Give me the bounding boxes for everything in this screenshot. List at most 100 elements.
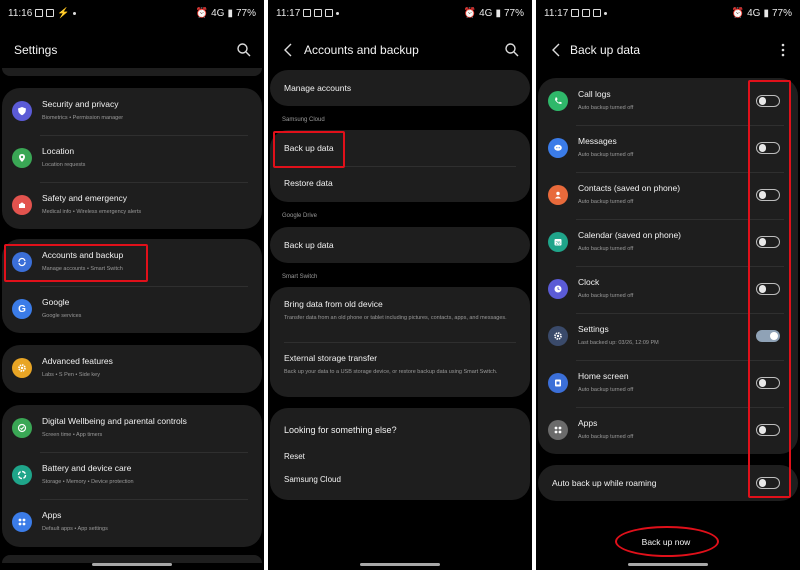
roaming-label: Auto back up while roaming [552, 478, 657, 488]
home-indicator [92, 563, 172, 566]
item-title: Apps [578, 418, 598, 428]
calendar-icon: 26 [548, 232, 568, 252]
battery-percent: 77% [771, 7, 792, 19]
external-storage-description: Back up your data to a USB storage devic… [284, 369, 498, 375]
home-screen-icon [548, 373, 568, 393]
notification-icon [571, 9, 580, 17]
highlight-box [748, 80, 791, 498]
samsung-cloud-link[interactable]: Samsung Cloud [284, 475, 341, 484]
section-header-samsung-cloud: Samsung Cloud [282, 117, 325, 123]
item-subtitle: Auto backup turned off [578, 199, 634, 205]
settings-item[interactable]: G Google Google services [2, 286, 262, 333]
accounts-backup-screen: 11:17 ⏰ 4G ▮ 77% Accounts and backup Man… [268, 0, 532, 570]
dot-icon [336, 11, 340, 15]
restore-data-label: Restore data [284, 178, 333, 188]
status-time: 11:17 [544, 7, 569, 19]
section-header-google-drive: Google Drive [282, 213, 318, 219]
settings-group: Digital Wellbeing and parental controls S… [2, 405, 262, 547]
apps-grid-icon [548, 420, 568, 440]
item-subtitle: Labs • S Pen • Side key [42, 372, 100, 378]
notification-icon [314, 9, 323, 17]
network-label: 4G [747, 7, 761, 19]
settings-item[interactable]: Battery and device care Storage • Memory … [2, 452, 262, 499]
item-title: Messages [578, 136, 617, 146]
item-title: Clock [578, 277, 600, 287]
status-time: 11:17 [276, 7, 301, 19]
reset-link[interactable]: Reset [284, 452, 305, 461]
bring-data-item[interactable]: Bring data from old device Transfer data… [270, 287, 530, 342]
item-title: Location [42, 146, 75, 156]
item-subtitle: Medical info • Wireless emergency alerts [42, 209, 142, 215]
google-icon: G [12, 299, 32, 319]
notification-icon [593, 9, 602, 17]
status-bar: 11:17 ⏰ 4G ▮ 77% [544, 6, 792, 20]
dot-icon [604, 11, 608, 15]
item-subtitle: Auto backup turned off [578, 434, 634, 440]
settings-item[interactable]: Security and privacy Biometrics • Permiss… [2, 88, 262, 135]
notification-icon [303, 9, 312, 17]
phone-icon [548, 91, 568, 111]
back-arrow-icon[interactable] [550, 42, 564, 58]
bring-data-label: Bring data from old device [284, 299, 383, 309]
section-header-smart-switch: Smart Switch [282, 274, 318, 280]
settings-item[interactable]: Location Location requests [2, 135, 262, 182]
backup-data-screen: 11:17 ⏰ 4G ▮ 77% Back up data Call logs A… [536, 0, 800, 570]
scroll-edge [2, 68, 262, 76]
manage-accounts-label: Manage accounts [284, 83, 352, 93]
contact-icon [548, 185, 568, 205]
device-care-icon [12, 465, 32, 485]
home-indicator [628, 563, 708, 566]
external-storage-item[interactable]: External storage transfer Back up your d… [270, 342, 530, 397]
settings-item[interactable]: Apps Default apps • App settings [2, 499, 262, 546]
page-title: Settings [14, 43, 58, 57]
scroll-edge [2, 555, 262, 563]
item-title: Security and privacy [42, 99, 119, 109]
item-subtitle: Google services [42, 313, 82, 319]
notification-icon [46, 9, 55, 17]
page-title: Accounts and backup [304, 43, 419, 57]
apps-grid-icon [12, 512, 32, 532]
status-time: 11:16 [8, 7, 33, 19]
manage-accounts-card[interactable]: Manage accounts [270, 70, 530, 106]
alarm-icon: ⏰ [463, 7, 477, 19]
back-arrow-icon[interactable] [282, 42, 296, 58]
flash-icon: ⚡ [57, 7, 70, 19]
item-subtitle: Last backed up: 03/26, 12:09 PM [578, 340, 659, 346]
item-subtitle: Auto backup turned off [578, 293, 634, 299]
network-label: 4G [211, 7, 225, 19]
dot-icon [72, 11, 76, 15]
restore-data-item[interactable]: Restore data [270, 166, 530, 202]
search-icon[interactable] [236, 42, 252, 58]
app-bar: Back up data [536, 38, 800, 62]
smart-switch-card: Bring data from old device Transfer data… [270, 287, 530, 397]
settings-item[interactable]: Digital Wellbeing and parental controls S… [2, 405, 262, 452]
more-options-icon[interactable] [780, 42, 786, 58]
settings-group: Advanced features Labs • S Pen • Side key [2, 345, 262, 393]
item-title: Calendar (saved on phone) [578, 230, 682, 240]
item-title: Settings [578, 324, 609, 334]
item-subtitle: Location requests [42, 162, 86, 168]
settings-item[interactable]: Advanced features Labs • S Pen • Side key [2, 345, 262, 392]
page-title: Back up data [570, 43, 641, 57]
emergency-icon [12, 195, 32, 215]
settings-item[interactable]: Safety and emergency Medical info • Wirel… [2, 182, 262, 229]
alarm-icon: ⏰ [195, 7, 209, 19]
gear-icon [548, 326, 568, 346]
wellbeing-icon [12, 418, 32, 438]
search-icon[interactable] [504, 42, 520, 58]
highlight-box [273, 131, 345, 168]
signal-icon: ▮ [763, 7, 769, 19]
app-bar: Accounts and backup [268, 38, 532, 62]
svg-text:26: 26 [555, 241, 561, 246]
notification-icon [582, 9, 591, 17]
gdrive-backup-card[interactable]: Back up data [270, 227, 530, 263]
back-up-now-button[interactable]: Back up now [616, 533, 716, 551]
item-title: Safety and emergency [42, 193, 128, 203]
item-subtitle: Default apps • App settings [42, 526, 108, 532]
item-subtitle: Screen time • App timers [42, 432, 103, 438]
gdrive-backup-label: Back up data [284, 240, 334, 250]
item-title: Digital Wellbeing and parental controls [42, 416, 187, 426]
signal-icon: ▮ [495, 7, 501, 19]
network-label: 4G [479, 7, 493, 19]
item-subtitle: Auto backup turned off [578, 105, 634, 111]
